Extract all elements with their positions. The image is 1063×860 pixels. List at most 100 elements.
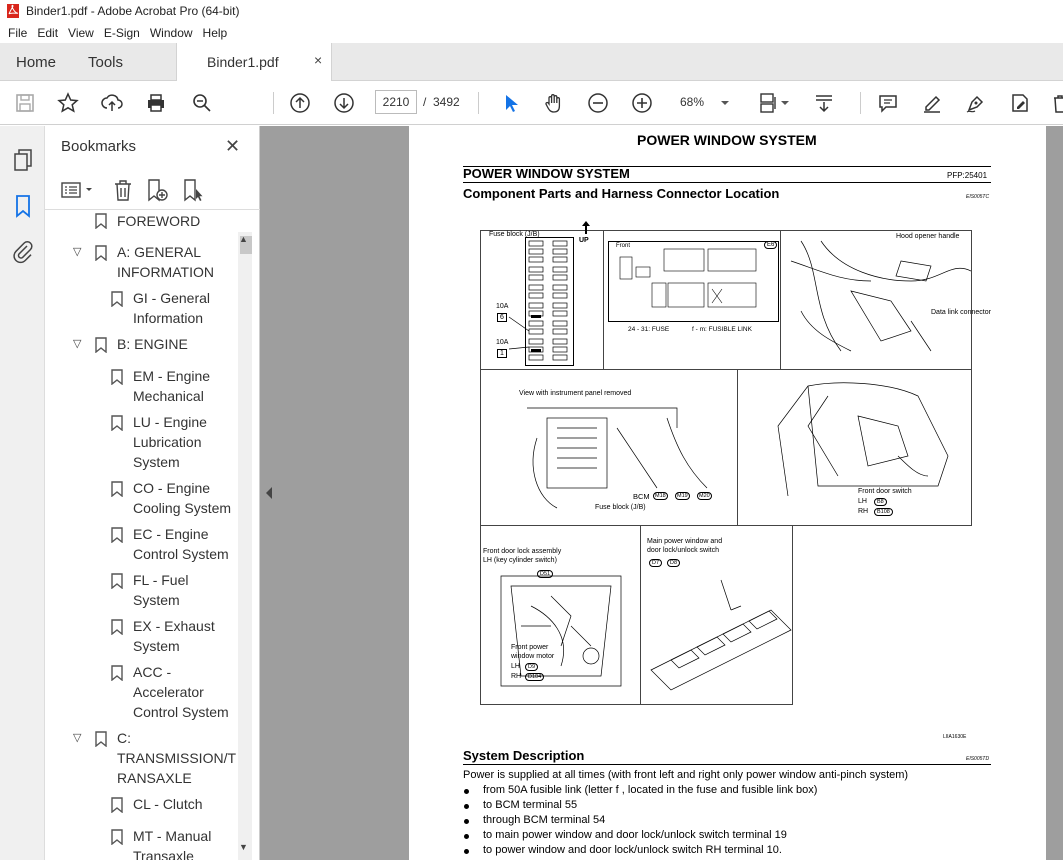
fig-label: Fuse block (J/B) xyxy=(595,504,646,511)
leader-lines xyxy=(508,316,530,350)
menu-esign[interactable]: E-Sign xyxy=(104,26,140,40)
instrument-panel-drawing xyxy=(527,407,708,509)
bookmark-line: System xyxy=(133,454,180,470)
bookmark-item-ec[interactable]: EC - Engine Control System xyxy=(133,524,229,564)
fig-label: window motor xyxy=(511,653,555,660)
collapse-panel-icon[interactable] xyxy=(264,486,274,500)
scroll-mode-icon[interactable] xyxy=(811,90,837,116)
select-cursor-icon[interactable] xyxy=(497,90,523,116)
bookmark-line: Control System xyxy=(133,704,229,720)
bookmark-item-ex[interactable]: EX - Exhaust System xyxy=(133,616,215,656)
chevron-down-icon[interactable]: ▽ xyxy=(73,731,81,744)
zoom-level-field[interactable]: 68% xyxy=(672,90,732,114)
bookmark-star-icon[interactable] xyxy=(55,90,81,116)
title-rule xyxy=(463,182,991,183)
tab-document[interactable]: Binder1.pdf × xyxy=(176,43,332,82)
close-icon[interactable]: ✕ xyxy=(225,136,240,157)
bookmark-item-lu[interactable]: LU - Engine Lubrication System xyxy=(133,412,207,472)
bookmark-icon xyxy=(111,481,123,498)
bookmark-line: Transaxle xyxy=(133,848,194,860)
bookmark-line: RANSAXLE xyxy=(117,770,192,786)
bookmark-icon xyxy=(111,619,123,636)
figure-bcm-location: View with instrument panel removed BCM M… xyxy=(480,369,738,526)
bookmarks-panel-icon[interactable] xyxy=(11,194,35,218)
attachments-icon[interactable] xyxy=(11,240,35,264)
bookmark-item-engine[interactable]: B: ENGINE xyxy=(117,334,188,354)
bookmark-line: Cooling System xyxy=(133,500,232,516)
bookmark-icon xyxy=(111,573,123,590)
highlight-pen-icon[interactable] xyxy=(919,90,945,116)
left-navigation-rail xyxy=(0,126,45,860)
comment-icon[interactable] xyxy=(875,90,901,116)
bookmark-line: EC - Engine xyxy=(133,526,209,542)
bookmark-item-fl[interactable]: FL - Fuel System xyxy=(133,570,189,610)
bookmark-item-foreword[interactable]: FOREWORD xyxy=(117,211,200,231)
menu-file[interactable]: File xyxy=(8,26,27,40)
bookmark-options-icon[interactable] xyxy=(61,180,95,200)
bookmark-icon xyxy=(95,337,107,354)
bookmarks-panel: Bookmarks ✕ FOREWORD ▽ A: GENERAL INFORMA… xyxy=(45,126,260,860)
print-icon[interactable] xyxy=(143,90,169,116)
bookmark-icon xyxy=(111,369,123,386)
zoom-in-icon[interactable] xyxy=(629,90,655,116)
main-toolbar xyxy=(0,81,1063,125)
switch-panel-drawing xyxy=(650,579,792,691)
page-thumbnails-icon[interactable] xyxy=(11,148,35,172)
bookmark-line: Lubrication xyxy=(133,434,202,450)
bookmark-item-co[interactable]: CO - Engine Cooling System xyxy=(133,478,231,518)
scroll-down-icon[interactable]: ▼ xyxy=(239,842,248,852)
bookmark-item-em[interactable]: EM - Engine Mechanical xyxy=(133,366,210,406)
bookmarks-scrollbar[interactable] xyxy=(238,232,252,860)
save-icon[interactable] xyxy=(12,90,38,116)
menu-view[interactable]: View xyxy=(68,26,94,40)
figure-hood-opener: Hood opener handle Data link connector xyxy=(780,230,991,370)
previous-page-icon[interactable] xyxy=(287,90,313,116)
fig-label: D8 xyxy=(667,559,681,567)
fig-label: 24 - 31: FUSE xyxy=(628,326,670,333)
scroll-up-icon[interactable]: ▲ xyxy=(239,234,248,244)
edit-pdf-icon[interactable] xyxy=(1007,90,1033,116)
bookmark-from-selection-icon[interactable] xyxy=(181,178,205,202)
bullet-item: to power window and door lock/unlock swi… xyxy=(483,844,782,856)
fig-label: LH (key cylinder switch) xyxy=(483,557,557,564)
upload-icon[interactable] xyxy=(99,90,125,116)
page-number-input[interactable]: 2210 xyxy=(375,90,417,114)
chevron-down-icon[interactable]: ▽ xyxy=(73,245,81,258)
delete-bookmark-icon[interactable] xyxy=(112,178,134,202)
next-page-icon[interactable] xyxy=(331,90,357,116)
bookmark-item-transmission[interactable]: C: TRANSMISSION/T RANSAXLE xyxy=(117,728,236,788)
tab-tools[interactable]: Tools xyxy=(88,43,123,81)
bullet-item: to BCM terminal 55 xyxy=(483,799,578,811)
fig-label: D7 xyxy=(649,559,663,567)
chevron-down-icon[interactable]: ▽ xyxy=(73,337,81,350)
menu-edit[interactable]: Edit xyxy=(37,26,58,40)
menu-window[interactable]: Window xyxy=(150,26,193,40)
fig-label: 1 xyxy=(497,349,507,358)
chevron-down-icon[interactable] xyxy=(778,90,792,116)
menu-help[interactable]: Help xyxy=(203,26,228,40)
bookmark-icon xyxy=(111,797,123,814)
bookmark-item-acc[interactable]: ACC - Accelerator Control System xyxy=(133,662,229,722)
bullet-dot xyxy=(464,819,469,824)
bookmark-item-mt[interactable]: MT - Manual Transaxle xyxy=(133,826,211,860)
bookmark-item-cl[interactable]: CL - Clutch xyxy=(133,794,203,814)
hand-tool-icon[interactable] xyxy=(541,90,567,116)
delete-icon[interactable] xyxy=(1047,90,1063,116)
sign-pen-icon[interactable] xyxy=(963,90,989,116)
figure-code: LIIA1630E xyxy=(943,734,967,740)
bookmark-line: C: xyxy=(117,730,131,746)
bookmark-line: EM - Engine xyxy=(133,368,211,384)
bookmark-icon xyxy=(95,731,107,748)
bookmarks-tree: FOREWORD ▽ A: GENERAL INFORMATION GI - Ge… xyxy=(45,211,237,860)
bookmark-item-general-information[interactable]: A: GENERAL INFORMATION xyxy=(117,242,214,282)
bookmark-item-gi[interactable]: GI - General Information xyxy=(133,288,210,328)
zoom-out-icon[interactable] xyxy=(585,90,611,116)
new-bookmark-icon[interactable] xyxy=(145,178,169,202)
tab-close-icon[interactable]: × xyxy=(314,52,322,68)
zoom-search-icon[interactable] xyxy=(189,90,215,116)
bookmark-line: EX - Exhaust xyxy=(133,618,215,634)
bookmark-line: Mechanical xyxy=(133,388,204,404)
fig-label: E6 xyxy=(764,241,778,249)
figure-fusible-link-box: Front E6 24 - 31: FUSE f - m: FUSIBLE LI… xyxy=(603,230,781,370)
tab-home[interactable]: Home xyxy=(16,43,56,81)
